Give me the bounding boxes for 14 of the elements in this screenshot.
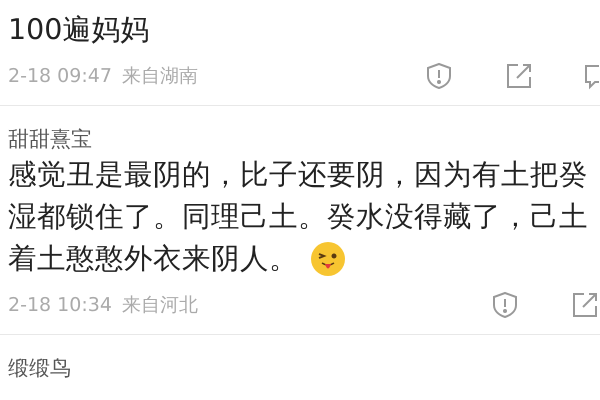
comment-time: 2-18 09:47 — [8, 64, 112, 89]
comment-text: 100遍妈妈 — [8, 12, 150, 48]
share-icon[interactable] — [570, 290, 600, 320]
warning-shield-icon[interactable] — [424, 61, 454, 91]
comment-text: 着土憨憨外衣来阴人。 — [8, 241, 298, 277]
share-icon[interactable] — [504, 61, 534, 91]
comment-location: 来自湖南 — [122, 64, 198, 89]
comment-location: 来自河北 — [122, 292, 198, 318]
comment-text: 湿都锁住了。同理己土。癸水没得藏了，己土 — [8, 199, 588, 235]
username[interactable]: 甜甜熹宝 — [8, 124, 600, 154]
username[interactable]: 缎缎鸟 — [8, 353, 600, 383]
comment-time: 2-18 10:34 — [8, 292, 112, 318]
comment-text: 感觉丑是最阴的，比子还要阴，因为有土把癸 — [8, 157, 588, 193]
warning-shield-icon[interactable] — [490, 290, 520, 320]
